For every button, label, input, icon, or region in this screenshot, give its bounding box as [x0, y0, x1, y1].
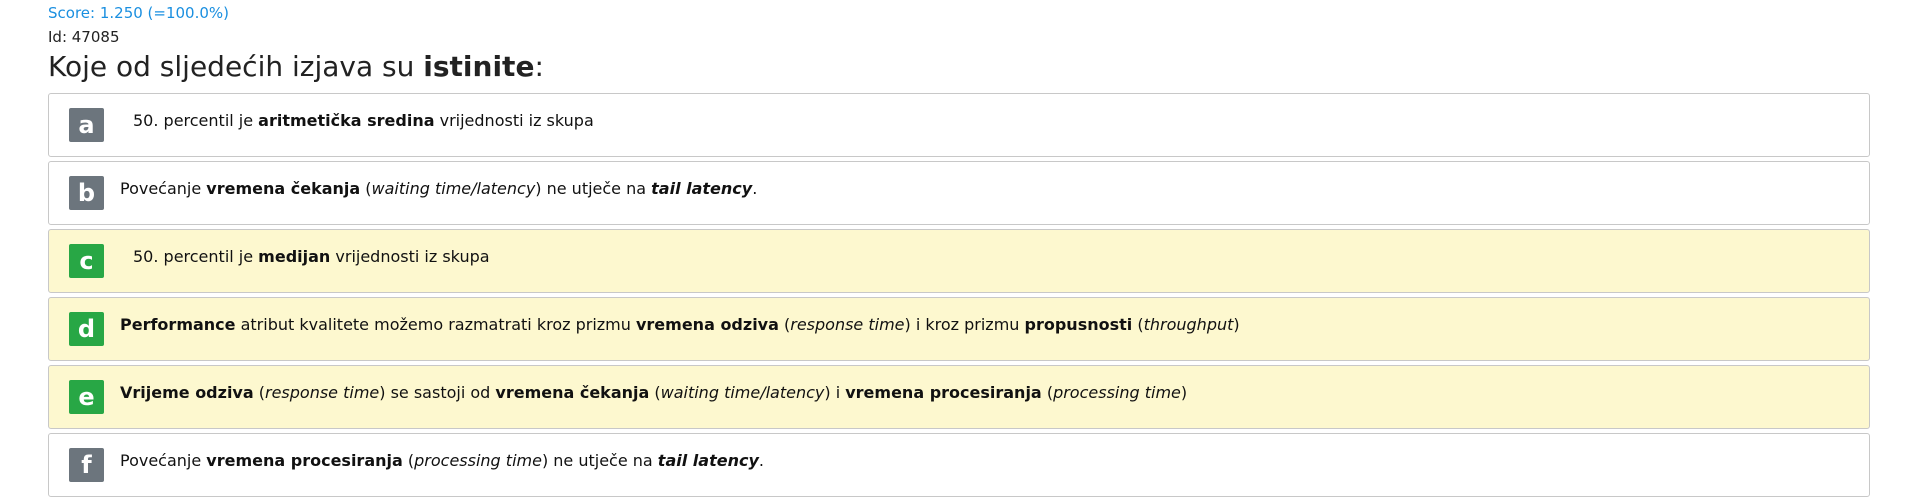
answer-text-fragment: Vrijeme odziva [120, 383, 254, 402]
answer-letter-badge: b [69, 176, 104, 210]
answer-text-fragment: tail latency [651, 179, 753, 198]
answer-text: Vrijeme odziva (response time) se sastoj… [120, 383, 1187, 403]
question-title-bold: istinite [423, 50, 535, 83]
answer-text-fragment: ( [360, 179, 372, 198]
answer-text-fragment: . [758, 451, 764, 470]
score-text: Score: 1.250 (=100.0%) [48, 4, 230, 22]
question-title: Koje od sljedećih izjava su istinite: [48, 49, 1870, 85]
answer-text-fragment: propusnosti [1024, 315, 1133, 334]
answer-option-f[interactable]: f Povećanje vremena procesiranja (proces… [48, 433, 1870, 497]
question-title-suffix: : [534, 50, 544, 83]
answer-text-fragment: vremena odziva [635, 315, 779, 334]
answer-text-fragment: vremena čekanja [495, 383, 650, 402]
answer-text-fragment: vrijednosti iz skupa [330, 247, 490, 266]
answer-letter-badge: a [69, 108, 104, 142]
answer-text-fragment: 50. percentil je [133, 111, 259, 130]
answer-text-fragment: ) se sastoji od [379, 383, 496, 402]
answer-text-fragment: waiting time/latency [660, 383, 825, 402]
answer-text-fragment: ) ne utječe na [535, 179, 652, 198]
answer-text-fragment: vremena procesiranja [845, 383, 1042, 402]
answer-text-fragment: tail latency [657, 451, 759, 470]
answer-text-fragment: waiting time/latency [371, 179, 536, 198]
answer-text-fragment: . [752, 179, 758, 198]
answer-text: Povećanje vremena procesiranja (processi… [120, 451, 764, 471]
question-container: Score: 1.250 (=100.0%) Id: 47085 Koje od… [48, 0, 1870, 501]
answer-text-fragment: throughput [1143, 315, 1234, 334]
answer-text: 50. percentil je aritmetička sredina vri… [133, 111, 594, 131]
answer-letter-badge: d [69, 312, 104, 346]
answer-text: Povećanje vremena čekanja (waiting time/… [120, 179, 757, 199]
answer-letter-badge: c [69, 244, 104, 278]
answer-text-fragment: Povećanje [120, 179, 207, 198]
answer-text-fragment: vrijednosti iz skupa [434, 111, 594, 130]
answer-text: Performance atribut kvalitete možemo raz… [120, 315, 1240, 335]
answer-text-fragment: ( [1132, 315, 1144, 334]
question-id: Id: 47085 [48, 28, 120, 46]
answer-letter-badge: f [69, 448, 104, 482]
answer-option-c[interactable]: c 50. percentil je medijan vrijednosti i… [48, 229, 1870, 293]
answer-text-fragment: ) i kroz prizmu [904, 315, 1025, 334]
question-title-prefix: Koje od sljedećih izjava su [48, 50, 424, 83]
answer-text-fragment: ) i [824, 383, 846, 402]
answer-text-fragment: Performance [120, 315, 236, 334]
answer-option-a[interactable]: a 50. percentil je aritmetička sredina v… [48, 93, 1870, 157]
answer-option-d[interactable]: d Performance atribut kvalitete možemo r… [48, 297, 1870, 361]
answer-text-fragment: atribut kvalitete možemo razmatrati kroz… [235, 315, 636, 334]
answer-text-fragment: ) [1233, 315, 1240, 334]
answer-text-fragment: aritmetička sredina [258, 111, 435, 130]
answer-text: 50. percentil je medijan vrijednosti iz … [133, 247, 490, 267]
answer-list: a 50. percentil je aritmetička sredina v… [48, 93, 1870, 501]
answer-text-fragment: 50. percentil je [133, 247, 259, 266]
answer-text-fragment: response time [264, 383, 380, 402]
answer-option-e[interactable]: e Vrijeme odziva (response time) se sast… [48, 365, 1870, 429]
answer-text-fragment: processing time [414, 451, 542, 470]
answer-text-fragment: processing time [1053, 383, 1181, 402]
answer-option-b[interactable]: b Povećanje vremena čekanja (waiting tim… [48, 161, 1870, 225]
answer-text-fragment: Povećanje [120, 451, 207, 470]
answer-text-fragment: ( [778, 315, 791, 334]
answer-text-fragment: ( [649, 383, 661, 402]
answer-text-fragment: ( [253, 383, 265, 402]
answer-text-fragment: response time [790, 315, 905, 334]
answer-letter-badge: e [69, 380, 104, 414]
answer-text-fragment: medijan [258, 247, 331, 266]
answer-text-fragment: ) ne utječe na [541, 451, 658, 470]
answer-text-fragment: vremena čekanja [206, 179, 361, 198]
answer-text-fragment: ) [1180, 383, 1188, 402]
answer-text-fragment: ( [402, 451, 415, 470]
answer-text-fragment: ( [1041, 383, 1054, 402]
answer-text-fragment: vremena procesiranja [206, 451, 403, 470]
